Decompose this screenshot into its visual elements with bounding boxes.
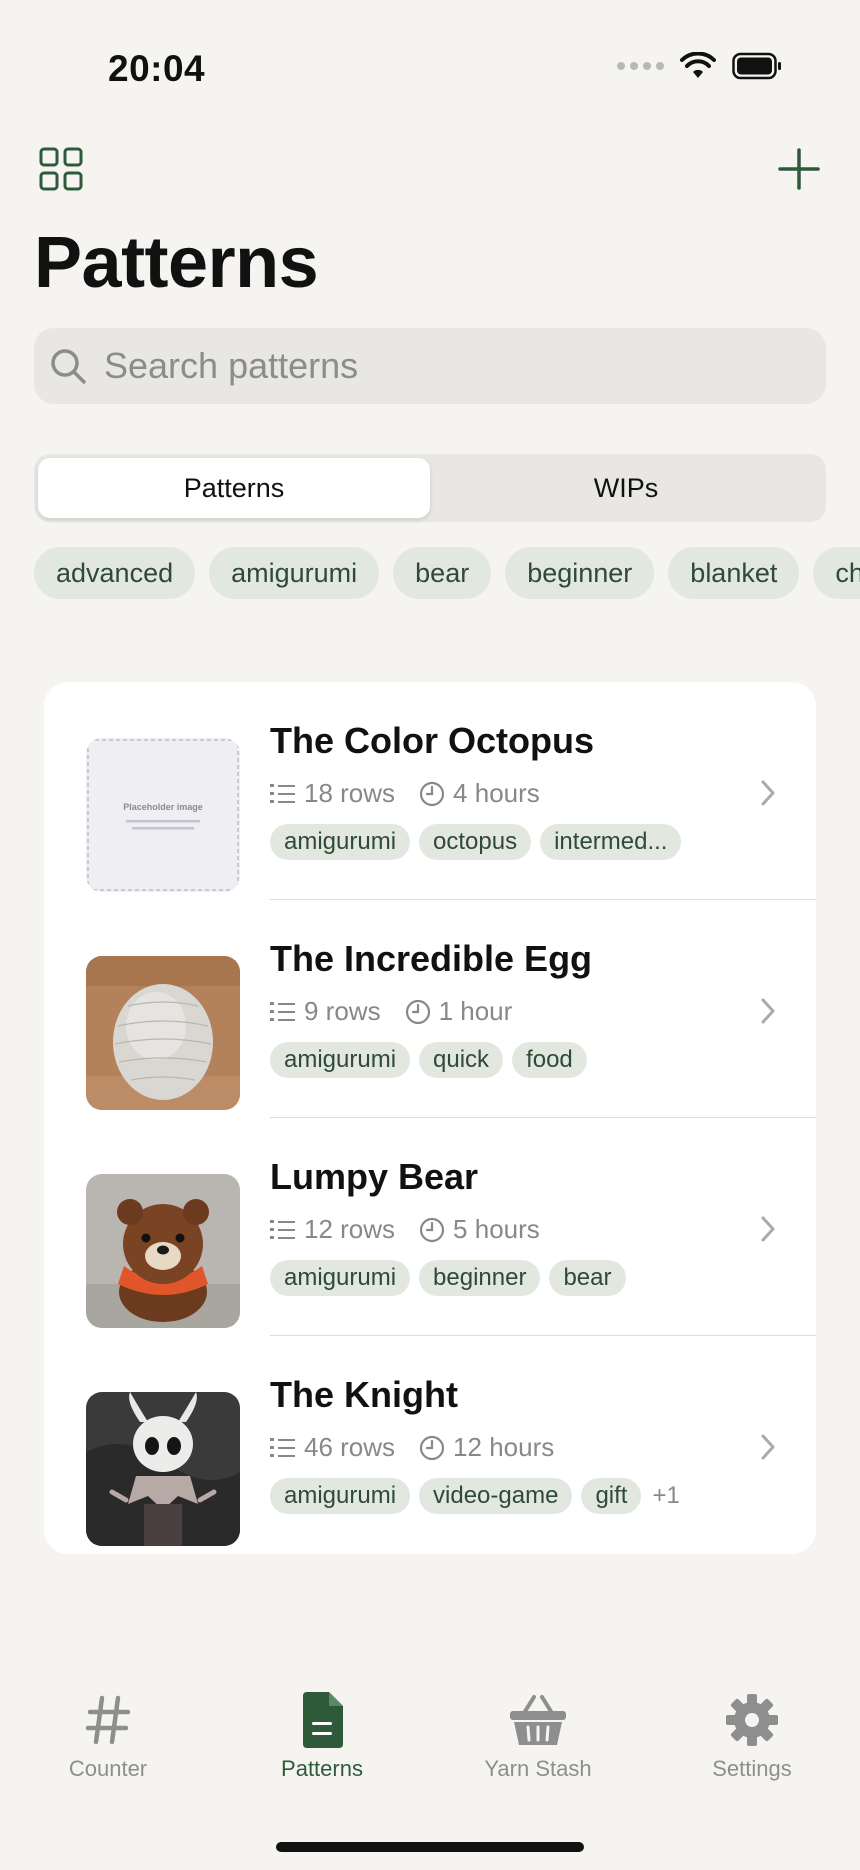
pattern-row[interactable]: The Incredible Egg 9 rows 1 hour amiguru…: [44, 900, 816, 1118]
document-icon: [303, 1692, 343, 1748]
pattern-tag: bear: [549, 1260, 626, 1296]
gear-icon: [726, 1694, 778, 1746]
status-time: 20:04: [108, 48, 206, 89]
placeholder-image-label: Placeholder image: [123, 802, 203, 812]
segment-wips[interactable]: WIPs: [430, 458, 822, 518]
search-box[interactable]: [34, 328, 826, 404]
tab-bar: Counter Patterns Yarn Stash Settings: [0, 1690, 860, 1810]
pattern-meta: 12 rows 5 hours: [270, 1214, 540, 1245]
pattern-title: The Color Octopus: [270, 720, 594, 761]
wifi-icon: [680, 52, 716, 78]
pattern-tag: beginner: [419, 1260, 541, 1296]
tab-label: Settings: [712, 1756, 792, 1781]
add-pattern-icon[interactable]: [776, 146, 822, 192]
clock-icon: [419, 1217, 445, 1242]
filter-tag[interactable]: advanced: [34, 547, 196, 599]
time-estimate: 1 hour: [438, 996, 513, 1026]
pattern-thumbnail: [86, 1174, 240, 1328]
clock-icon: [405, 999, 430, 1024]
pattern-meta: 18 rows 4 hours: [270, 778, 540, 809]
pattern-tag: amigurumi: [270, 1042, 411, 1078]
search-input[interactable]: [102, 344, 806, 388]
basket-icon: [510, 1695, 566, 1745]
chevron-right-icon: [761, 780, 775, 806]
pattern-tags: amigurumi quick food: [270, 1042, 587, 1078]
rows-list-icon: [270, 783, 295, 803]
more-tags-count: +1: [652, 1482, 680, 1509]
pattern-list: Placeholder image The Color Octopus 18 r…: [44, 682, 816, 1554]
pattern-tag: amigurumi: [270, 824, 411, 860]
segment-patterns[interactable]: Patterns: [38, 458, 430, 518]
pattern-tag: intermed...: [540, 824, 682, 860]
tab-label: Yarn Stash: [484, 1756, 592, 1781]
pattern-tag: gift: [581, 1478, 642, 1514]
filter-tag[interactable]: amigurumi: [209, 547, 380, 599]
time-estimate: 4 hours: [453, 778, 540, 808]
rows-list-icon: [270, 1437, 295, 1457]
filter-tag[interactable]: ch: [813, 547, 860, 599]
clock-icon: [419, 1435, 445, 1460]
tab-label: Counter: [68, 1756, 148, 1781]
pattern-meta: 46 rows 12 hours: [270, 1432, 554, 1463]
battery-icon: [732, 52, 781, 80]
row-count: 18 rows: [304, 778, 396, 808]
tab-patterns[interactable]: Patterns: [232, 1690, 412, 1782]
home-indicator: [276, 1842, 584, 1852]
filter-tag[interactable]: bear: [393, 547, 492, 599]
tab-counter[interactable]: Counter: [18, 1690, 198, 1782]
time-estimate: 5 hours: [453, 1214, 540, 1244]
top-bar: [0, 140, 860, 200]
time-estimate: 12 hours: [453, 1432, 555, 1462]
pattern-tag: amigurumi: [270, 1260, 411, 1296]
pattern-thumbnail: [86, 956, 240, 1110]
filter-tag[interactable]: beginner: [505, 547, 655, 599]
tab-yarn-stash[interactable]: Yarn Stash: [448, 1690, 628, 1782]
rows-list-icon: [270, 1219, 295, 1239]
filter-tag-row: advanced amigurumi bear beginner blanket…: [34, 547, 860, 599]
pattern-row[interactable]: The Knight 46 rows 12 hours amigurumi vi…: [44, 1336, 816, 1554]
tab-settings[interactable]: Settings: [662, 1690, 842, 1782]
pattern-tag: food: [512, 1042, 587, 1078]
status-bar: 20:04: [0, 0, 860, 110]
chevron-right-icon: [761, 1434, 775, 1460]
status-icons: [617, 52, 782, 80]
pattern-meta: 9 rows 1 hour: [270, 996, 512, 1027]
clock-icon: [419, 781, 445, 806]
cellular-signal-icon: [617, 62, 664, 70]
search-icon: [51, 349, 86, 384]
pattern-tag: video-game: [419, 1478, 573, 1514]
row-count: 12 rows: [304, 1214, 396, 1244]
pattern-tag: octopus: [419, 824, 532, 860]
pattern-thumbnail: Placeholder image: [86, 738, 240, 892]
page-title: Patterns: [34, 223, 319, 303]
row-count: 46 rows: [304, 1432, 396, 1462]
hash-icon: [85, 1695, 131, 1745]
row-count: 9 rows: [304, 996, 381, 1026]
pattern-tags: amigurumi octopus intermed...: [270, 824, 682, 860]
pattern-tags: amigurumi beginner bear: [270, 1260, 626, 1296]
pattern-tag: amigurumi: [270, 1478, 411, 1514]
pattern-thumbnail: [86, 1392, 240, 1546]
pattern-row[interactable]: Lumpy Bear 12 rows 5 hours amigurumi beg…: [44, 1118, 816, 1336]
pattern-tags: amigurumi video-game gift +1: [270, 1478, 680, 1514]
rows-list-icon: [270, 1001, 295, 1021]
pattern-title: Lumpy Bear: [270, 1156, 479, 1197]
chevron-right-icon: [761, 1216, 775, 1242]
pattern-title: The Knight: [270, 1374, 458, 1415]
tab-label: Patterns: [281, 1756, 363, 1781]
filter-tag[interactable]: blanket: [668, 547, 800, 599]
pattern-tag: quick: [419, 1042, 504, 1078]
chevron-right-icon: [761, 998, 775, 1024]
pattern-row[interactable]: Placeholder image The Color Octopus 18 r…: [44, 682, 816, 900]
grid-view-icon[interactable]: [38, 146, 84, 192]
segmented-control: Patterns WIPs: [34, 454, 826, 522]
pattern-title: The Incredible Egg: [270, 938, 593, 979]
